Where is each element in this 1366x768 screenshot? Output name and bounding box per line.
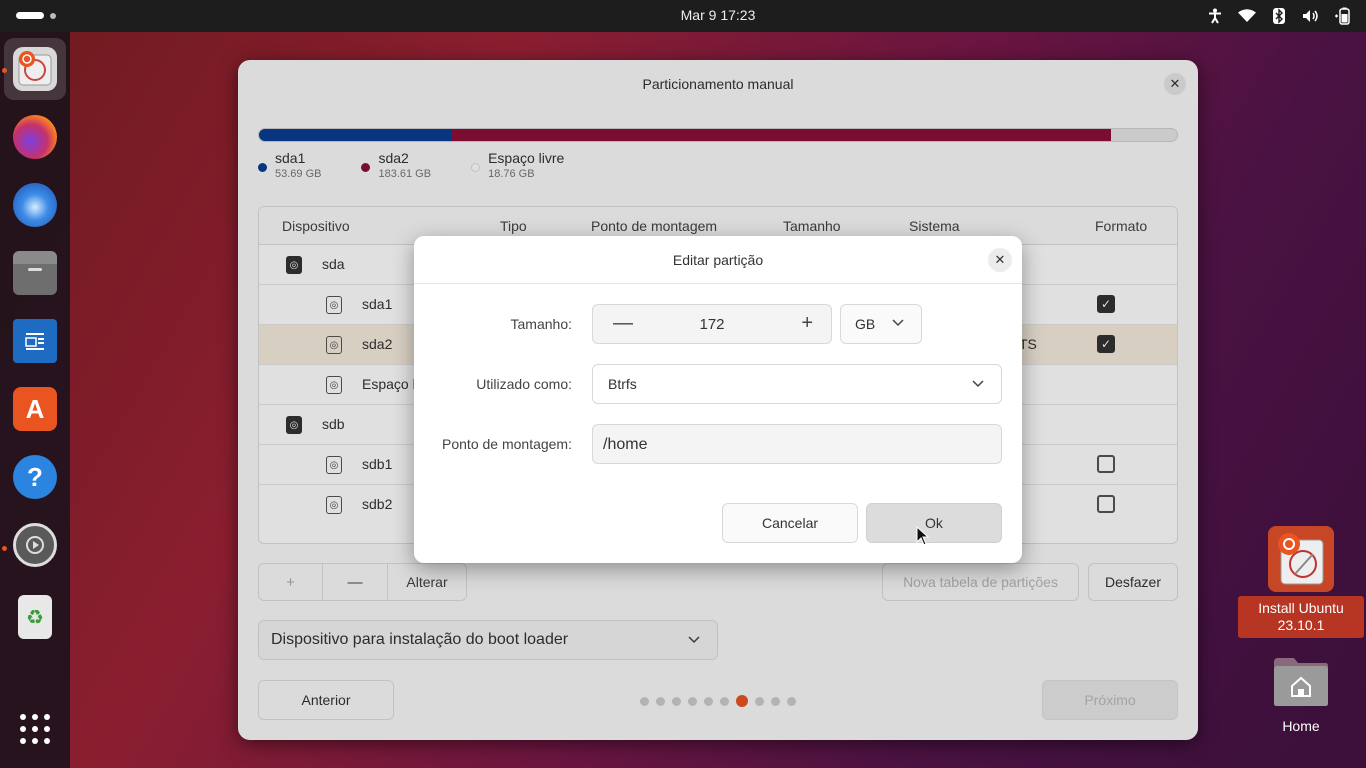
home-folder-icon (1272, 656, 1330, 708)
dock: A ? ♻ (0, 32, 70, 768)
clock[interactable]: Mar 9 17:23 (681, 7, 756, 23)
filesystem-select[interactable]: Btrfs (592, 364, 1002, 404)
installer-icon (13, 47, 57, 91)
battery-icon[interactable] (1334, 6, 1352, 26)
running-indicator (2, 546, 7, 551)
activities-button[interactable] (16, 12, 56, 19)
dialog-header: Editar partição ✕ (414, 236, 1022, 284)
workspace-indicator-active (16, 12, 44, 19)
dialog-close-button[interactable]: ✕ (988, 248, 1012, 272)
dialog-title: Editar partição (672, 252, 764, 268)
help-icon: ? (13, 455, 57, 499)
files-icon (13, 251, 57, 295)
dock-help[interactable]: ? (4, 446, 66, 508)
dock-thunderbird[interactable] (4, 174, 66, 236)
chevron-down-icon (971, 375, 985, 391)
dock-firefox[interactable] (4, 106, 66, 168)
bluetooth-icon[interactable] (1270, 6, 1288, 26)
app-center-icon: A (13, 387, 57, 431)
dock-install-ubuntu[interactable] (4, 38, 66, 100)
filesystem-value: Btrfs (608, 376, 637, 392)
increment-button[interactable]: + (801, 312, 813, 335)
desktop-icon-label: Install Ubuntu 23.10.1 (1238, 596, 1364, 638)
mount-point-input[interactable] (603, 434, 983, 456)
app-grid-icon (20, 714, 50, 744)
dock-app-center[interactable]: A (4, 378, 66, 440)
thunderbird-icon (13, 183, 57, 227)
dock-libreoffice-writer[interactable] (4, 310, 66, 372)
system-tray[interactable] (1206, 6, 1352, 26)
accessibility-icon[interactable] (1206, 6, 1224, 26)
desktop-home-folder[interactable]: Home (1238, 656, 1364, 734)
installer-icon (1268, 526, 1334, 592)
chevron-down-icon (891, 314, 905, 330)
size-value[interactable]: 172 (593, 316, 831, 333)
install-label-line2: 23.10.1 (1277, 617, 1325, 633)
unit-select[interactable]: GB (840, 304, 922, 344)
desktop-icon-label: Home (1282, 718, 1320, 734)
volume-icon[interactable] (1302, 6, 1320, 26)
show-apps-button[interactable] (4, 698, 66, 760)
dock-settings[interactable] (4, 514, 66, 576)
cancel-button[interactable]: Cancelar (722, 503, 858, 543)
install-label-line1: Install Ubuntu (1258, 600, 1344, 616)
running-indicator (2, 68, 7, 73)
firefox-icon (13, 115, 57, 159)
workspace-indicator (50, 12, 56, 19)
ok-button[interactable]: Ok (866, 503, 1002, 543)
trash-icon: ♻ (18, 595, 52, 639)
dock-trash[interactable]: ♻ (4, 586, 66, 648)
use-as-label: Utilizado como: (476, 376, 572, 392)
edit-partition-dialog: Editar partição ✕ Tamanho: — 172 + GB Ut… (414, 236, 1022, 563)
mouse-pointer-icon (916, 525, 930, 549)
dock-files[interactable] (4, 242, 66, 304)
mount-point-field[interactable] (592, 424, 1002, 464)
size-stepper[interactable]: — 172 + (592, 304, 832, 344)
mount-point-label: Ponto de montagem: (442, 436, 572, 452)
writer-icon (13, 319, 57, 363)
wifi-icon[interactable] (1238, 6, 1256, 26)
desktop-install-ubuntu[interactable]: Install Ubuntu 23.10.1 (1238, 526, 1364, 638)
unit-value: GB (855, 316, 876, 332)
size-label: Tamanho: (510, 316, 572, 332)
settings-icon (13, 523, 57, 567)
top-bar: Mar 9 17:23 (0, 0, 1366, 32)
close-icon: ✕ (994, 252, 1006, 267)
